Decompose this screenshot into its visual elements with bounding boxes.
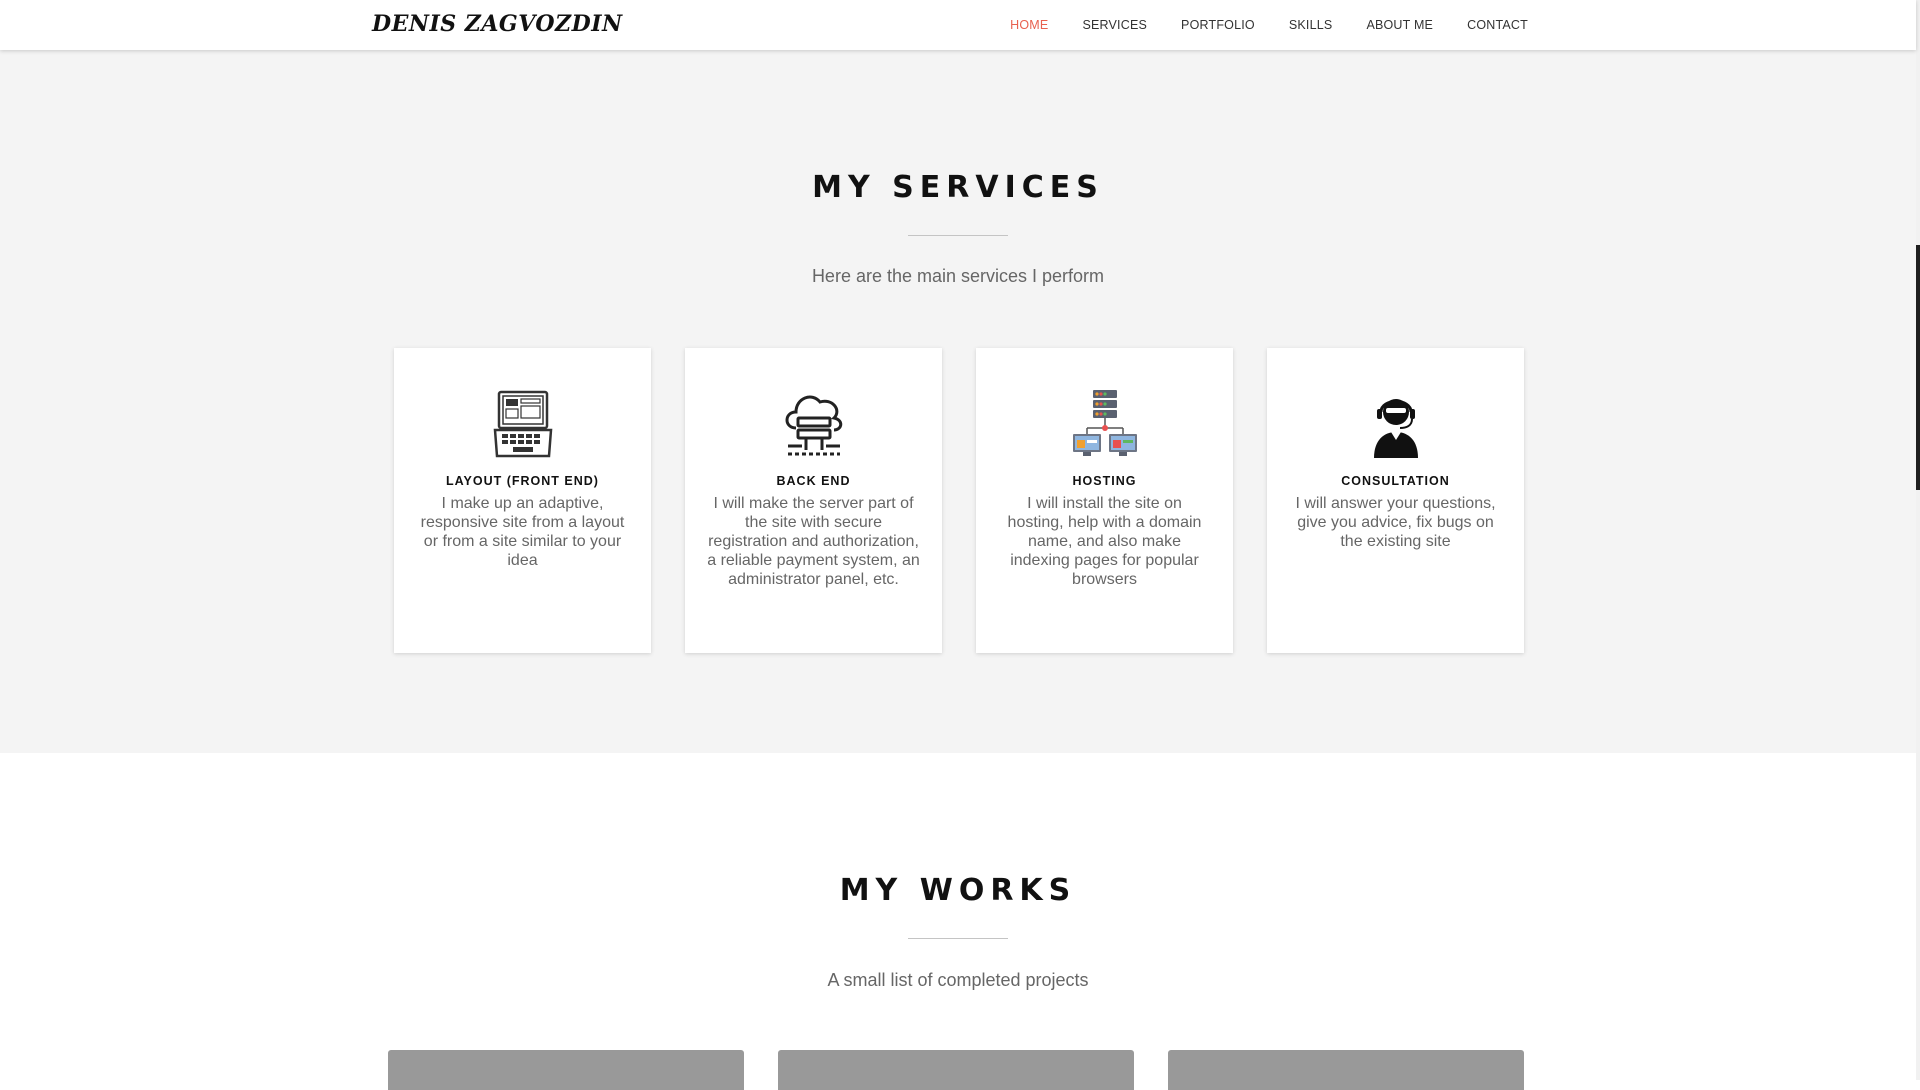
service-card-title: BACK END bbox=[776, 474, 851, 488]
service-card-text: I will make the server part of the site … bbox=[707, 495, 920, 588]
nav-skills[interactable]: SKILLS bbox=[1289, 18, 1333, 32]
work-thumbnail[interactable] bbox=[388, 1050, 744, 1090]
service-card-title: LAYOUT (FRONT END) bbox=[446, 474, 599, 488]
hosting-network-icon bbox=[1072, 390, 1137, 456]
cloud-server-icon bbox=[785, 395, 842, 456]
work-thumbnail[interactable] bbox=[1168, 1050, 1524, 1090]
works-subtitle: A small list of completed projects bbox=[827, 970, 1089, 990]
service-card-title: HOSTING bbox=[1072, 474, 1137, 488]
service-card-text: I will install the site on hosting, help… bbox=[1007, 495, 1202, 588]
nav-portfolio[interactable]: PORTFOLIO bbox=[1181, 18, 1255, 32]
service-card-consultation: CONSULTATION I will answer your question… bbox=[1267, 348, 1524, 653]
works-divider bbox=[908, 938, 1008, 939]
service-card-text: I make up an adaptive, responsive site f… bbox=[420, 495, 625, 569]
brand-logo[interactable]: DENIS ZAGVOZDIN bbox=[372, 11, 623, 37]
service-card-backend: BACK END I will make the server part of … bbox=[685, 348, 942, 653]
services-divider bbox=[908, 235, 1008, 236]
nav-services[interactable]: SERVICES bbox=[1082, 18, 1147, 32]
service-card-text: I will answer your questions, give you a… bbox=[1295, 495, 1496, 550]
works-grid bbox=[388, 1050, 1524, 1090]
services-cards: LAYOUT (FRONT END) I make up an adaptive… bbox=[394, 348, 1524, 653]
scrollbar-thumb[interactable] bbox=[1916, 245, 1920, 490]
nav-contact[interactable]: CONTACT bbox=[1467, 18, 1528, 32]
work-thumbnail[interactable] bbox=[778, 1050, 1134, 1090]
nav-about-me[interactable]: ABOUT ME bbox=[1366, 18, 1433, 32]
nav-menu: HOME SERVICES PORTFOLIO SKILLS ABOUT ME … bbox=[1010, 0, 1528, 50]
support-agent-icon bbox=[1373, 399, 1418, 458]
nav-home[interactable]: HOME bbox=[1010, 18, 1048, 32]
works-title: MY WORKS bbox=[839, 873, 1077, 908]
services-section: MY SERVICES Here are the main services I… bbox=[0, 50, 1916, 753]
services-subtitle: Here are the main services I perform bbox=[811, 266, 1105, 286]
services-title: MY SERVICES bbox=[812, 170, 1104, 205]
laptop-layout-icon bbox=[493, 390, 552, 458]
service-card-hosting: HOSTING I will install the site on hosti… bbox=[976, 348, 1233, 653]
service-card-title: CONSULTATION bbox=[1341, 474, 1450, 488]
top-navbar: DENIS ZAGVOZDIN HOME SERVICES PORTFOLIO … bbox=[0, 0, 1916, 50]
service-card-layout: LAYOUT (FRONT END) I make up an adaptive… bbox=[394, 348, 651, 653]
page-scrollbar[interactable] bbox=[1916, 0, 1920, 1080]
